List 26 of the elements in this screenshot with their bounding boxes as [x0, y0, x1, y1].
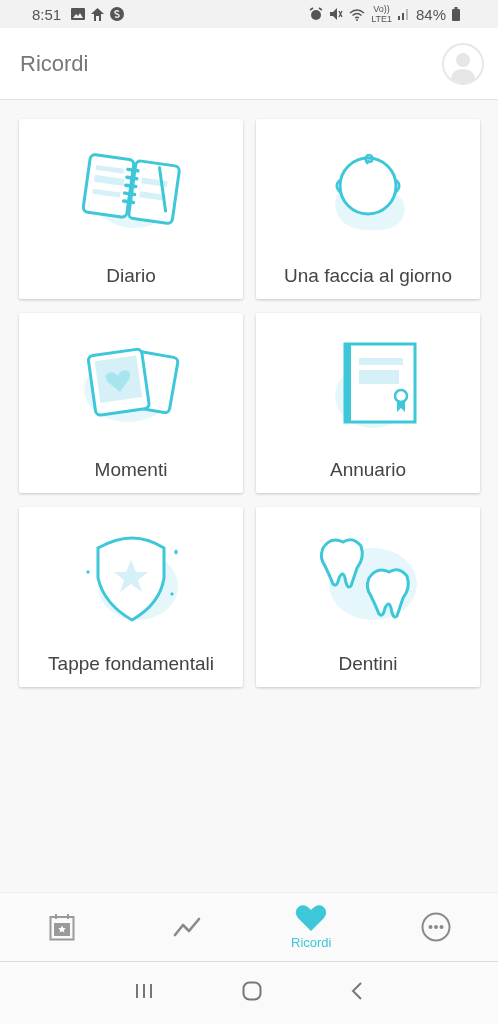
battery-icon: [452, 7, 460, 21]
home-button-icon[interactable]: [242, 981, 262, 1001]
line-chart-icon: [172, 917, 201, 937]
memory-card[interactable]: Momenti: [19, 313, 243, 493]
mute-icon: [329, 7, 344, 21]
wifi-icon: [349, 7, 366, 21]
back-icon[interactable]: [351, 982, 364, 1000]
memory-card[interactable]: Tappe fondamentali: [19, 507, 243, 687]
memory-card[interactable]: Annuario: [256, 313, 480, 493]
network-label: LTE1: [371, 14, 392, 24]
signal-icon: [397, 8, 410, 20]
alarm-icon: [309, 7, 324, 21]
more-icon: [420, 912, 451, 942]
memory-card[interactable]: Una faccia al giorno: [256, 119, 480, 299]
page-title: Ricordi: [20, 50, 89, 77]
image-icon: [71, 8, 86, 20]
clock-time: 8:51: [32, 5, 62, 23]
battery-percent: 84%: [415, 5, 446, 23]
memory-card[interactable]: Dentini: [256, 507, 480, 687]
calendar-icon: [49, 913, 76, 941]
heart-icon: [295, 904, 328, 932]
volte-label: Vo)): [373, 4, 390, 14]
memory-card[interactable]: Diario: [19, 119, 243, 299]
app-icon: [110, 7, 125, 21]
recent-apps-icon[interactable]: [134, 983, 153, 999]
home-icon: [91, 7, 105, 21]
